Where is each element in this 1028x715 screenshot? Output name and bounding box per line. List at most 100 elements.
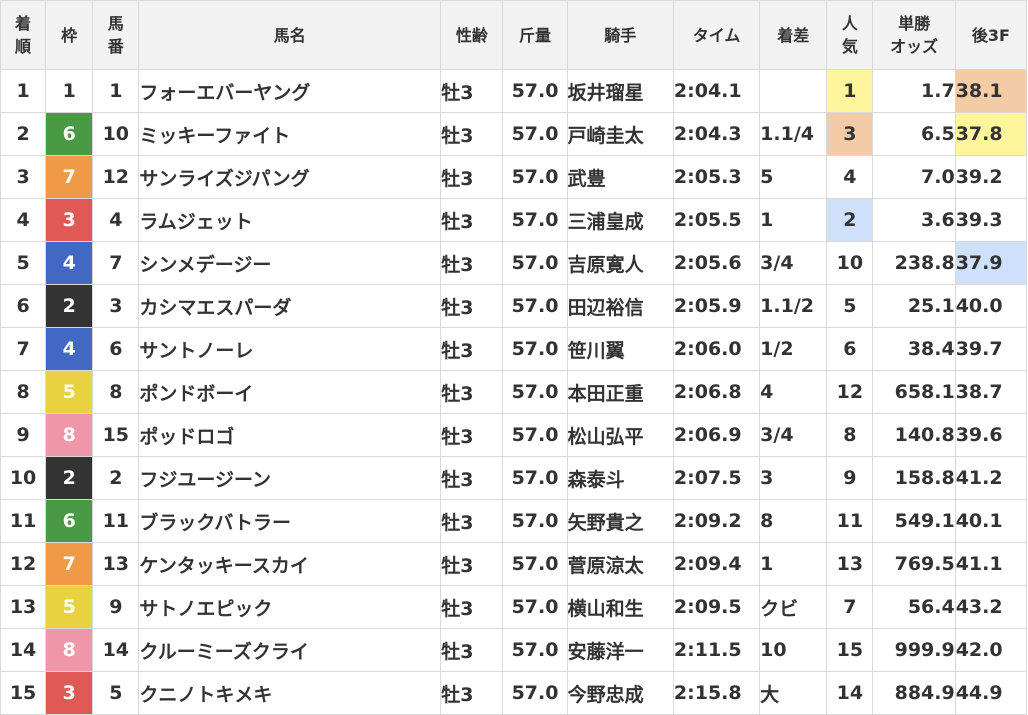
header-popularity: 人気 [826,0,874,70]
horse-name-link[interactable]: サンライズジパング [138,155,442,199]
horse-number-cell: 2 [92,456,140,500]
table-row: 12 7 13 ケンタッキースカイ 牡3 57.0 菅原涼太 2:09.4 1 13 769.5 41… [0,542,1028,586]
jockey-link[interactable]: 武豊 [566,155,674,199]
jockey-link[interactable]: 田辺裕信 [566,284,674,328]
odds-cell: 140.8 [872,413,956,457]
horse-name-link[interactable]: ブラックバトラー [138,499,442,543]
table-row: 10 2 2 フジユージーン 牡3 57.0 森泰斗 2:07.5 3 9 158.8 41.2 [0,456,1028,500]
horse-name-link[interactable]: ケンタッキースカイ [138,542,442,586]
odds-cell: 3.6 [872,198,956,242]
jockey-link[interactable]: 笹川翼 [566,327,674,371]
waku-badge: 5 [45,370,94,414]
last-3f-cell: 37.8 [954,112,1028,156]
horse-number-cell: 8 [92,370,140,414]
header-odds: 単勝 オッズ [872,0,956,70]
jockey-link[interactable]: 松山弘平 [566,413,674,457]
popularity-cell: 9 [826,456,874,500]
odds-cell: 549.1 [872,499,956,543]
popularity-cell: 5 [826,284,874,328]
horse-name-link[interactable]: カシマエスパーダ [138,284,442,328]
rank-cell: 15 [0,671,47,715]
jockey-link[interactable]: 坂井瑠星 [566,69,674,113]
jockey-link[interactable]: 菅原涼太 [566,542,674,586]
jockey-link[interactable]: 安藤洋一 [566,628,674,672]
header-last-3f: 後3F [954,0,1028,70]
margin-cell: 3/4 [759,241,828,285]
horse-number-cell: 3 [92,284,140,328]
jockey-link[interactable]: 今野忠成 [566,671,674,715]
horse-name-link[interactable]: ポッドロゴ [138,413,442,457]
rank-cell: 5 [0,241,47,285]
sex-age-cell: 牡3 [440,198,504,242]
waku-badge: 7 [45,542,94,586]
last-3f-cell: 39.7 [954,327,1028,371]
header-umaban: 馬番 [92,0,140,70]
weight-cell: 57.0 [502,327,568,371]
time-cell: 2:04.1 [672,69,761,113]
odds-cell: 1.7 [872,69,956,113]
last-3f-cell: 37.9 [954,241,1028,285]
rank-cell: 10 [0,456,47,500]
table-row: 15 3 5 クニノトキメキ 牡3 57.0 今野忠成 2:15.8 大 14 884.9 44.9 [0,671,1028,715]
waku-badge: 8 [45,628,94,672]
last-3f-cell: 41.2 [954,456,1028,500]
horse-name-link[interactable]: サントノーレ [138,327,442,371]
weight-cell: 57.0 [502,370,568,414]
waku-badge: 6 [45,499,94,543]
sex-age-cell: 牡3 [440,456,504,500]
rank-cell: 14 [0,628,47,672]
waku-badge: 3 [45,671,94,715]
margin-cell: 5 [759,155,828,199]
table-row: 9 8 15 ポッドロゴ 牡3 57.0 松山弘平 2:06.9 3/4 8 140.8 39.6 [0,413,1028,457]
race-results-table: 着順 枠 馬番 馬名 性齢 斤量 騎手 タイム 着差 人気 単勝 オッズ 後3F … [0,0,1028,715]
time-cell: 2:09.4 [672,542,761,586]
margin-cell: 10 [759,628,828,672]
horse-name-link[interactable]: クルーミーズクライ [138,628,442,672]
rank-cell: 4 [0,198,47,242]
horse-number-cell: 14 [92,628,140,672]
horse-name-link[interactable]: フジユージーン [138,456,442,500]
jockey-link[interactable]: 三浦皇成 [566,198,674,242]
jockey-link[interactable]: 吉原寛人 [566,241,674,285]
weight-cell: 57.0 [502,671,568,715]
table-row: 2 6 10 ミッキーファイト 牡3 57.0 戸崎圭太 2:04.3 1.1/4 3 6.5 37.… [0,112,1028,156]
horse-name-link[interactable]: クニノトキメキ [138,671,442,715]
results-body: 1 1 1 フォーエバーヤング 牡3 57.0 坂井瑠星 2:04.1 1 1.7 38.1 2 6 10… [0,69,1028,715]
margin-cell: 8 [759,499,828,543]
weight-cell: 57.0 [502,69,568,113]
table-row: 4 3 4 ラムジェット 牡3 57.0 三浦皇成 2:05.5 1 2 3.6 39.3 [0,198,1028,242]
sex-age-cell: 牡3 [440,370,504,414]
sex-age-cell: 牡3 [440,327,504,371]
table-row: 14 8 14 クルーミーズクライ 牡3 57.0 安藤洋一 2:11.5 10 15 999.9 4… [0,628,1028,672]
rank-cell: 1 [0,69,47,113]
last-3f-cell: 38.7 [954,370,1028,414]
horse-name-link[interactable]: ミッキーファイト [138,112,442,156]
odds-cell: 6.5 [872,112,956,156]
horse-number-cell: 9 [92,585,140,629]
horse-name-link[interactable]: ポンドボーイ [138,370,442,414]
horse-name-link[interactable]: シンメデージー [138,241,442,285]
popularity-cell: 8 [826,413,874,457]
jockey-link[interactable]: 本田正重 [566,370,674,414]
time-cell: 2:09.2 [672,499,761,543]
popularity-cell: 7 [826,585,874,629]
jockey-link[interactable]: 森泰斗 [566,456,674,500]
horse-name-link[interactable]: フォーエバーヤング [138,69,442,113]
time-cell: 2:05.9 [672,284,761,328]
margin-cell: 1 [759,198,828,242]
odds-cell: 658.1 [872,370,956,414]
weight-cell: 57.0 [502,628,568,672]
horse-number-cell: 15 [92,413,140,457]
weight-cell: 57.0 [502,499,568,543]
table-row: 6 2 3 カシマエスパーダ 牡3 57.0 田辺裕信 2:05.9 1.1/2 5 25.1 40.… [0,284,1028,328]
table-row: 13 5 9 サトノエピック 牡3 57.0 横山和生 2:09.5 クビ 7 56.4 43.2 [0,585,1028,629]
horse-number-cell: 11 [92,499,140,543]
jockey-link[interactable]: 矢野貴之 [566,499,674,543]
last-3f-cell: 42.0 [954,628,1028,672]
horse-name-link[interactable]: サトノエピック [138,585,442,629]
jockey-link[interactable]: 戸崎圭太 [566,112,674,156]
horse-name-link[interactable]: ラムジェット [138,198,442,242]
rank-cell: 7 [0,327,47,371]
jockey-link[interactable]: 横山和生 [566,585,674,629]
odds-cell: 7.0 [872,155,956,199]
